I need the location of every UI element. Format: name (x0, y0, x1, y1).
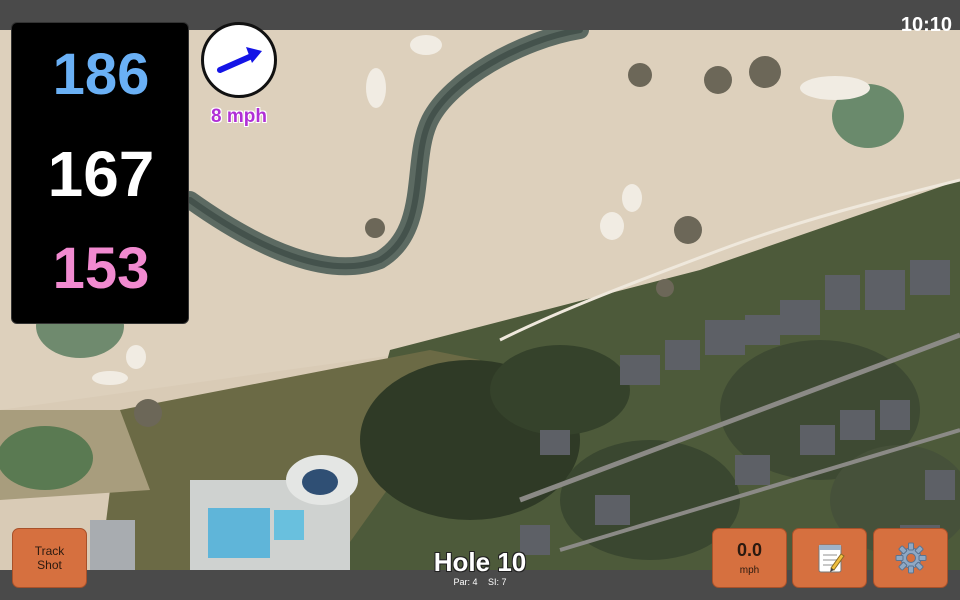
center-distance: 167 (47, 138, 155, 210)
track-shot-label-2: Shot (37, 558, 62, 572)
track-shot-label-1: Track (34, 544, 65, 558)
track-shot-button[interactable]: Track Shot (12, 528, 87, 588)
hole-par: Par: 4 (453, 577, 478, 587)
arrow-right-up-icon (217, 47, 262, 73)
distance-panel: 186 167 153 (11, 22, 189, 324)
speed-button[interactable]: 0.0 mph (712, 528, 787, 588)
wind-indicator (201, 22, 277, 98)
notepad-icon (818, 544, 845, 573)
speed-unit: mph (739, 565, 760, 576)
settings-button[interactable] (873, 528, 948, 588)
hole-info: Hole 10 Par: 4 SI: 7 (380, 548, 580, 588)
hole-details: Par: 4 SI: 7 (380, 577, 580, 588)
hole-si: SI: 7 (488, 577, 507, 587)
speed-value: 0.0 (736, 540, 763, 560)
back-distance: 186 (52, 42, 150, 107)
notes-button[interactable] (792, 528, 867, 588)
clock: 10:10 (900, 14, 952, 36)
hole-title: Hole 10 (433, 547, 527, 577)
golf-gps-screen: 10:10 186 167 153 8 mph Track Shot Hole … (0, 0, 960, 600)
gear-icon (895, 542, 926, 574)
front-distance: 153 (52, 236, 150, 301)
wind-speed: 8 mph (211, 106, 267, 127)
